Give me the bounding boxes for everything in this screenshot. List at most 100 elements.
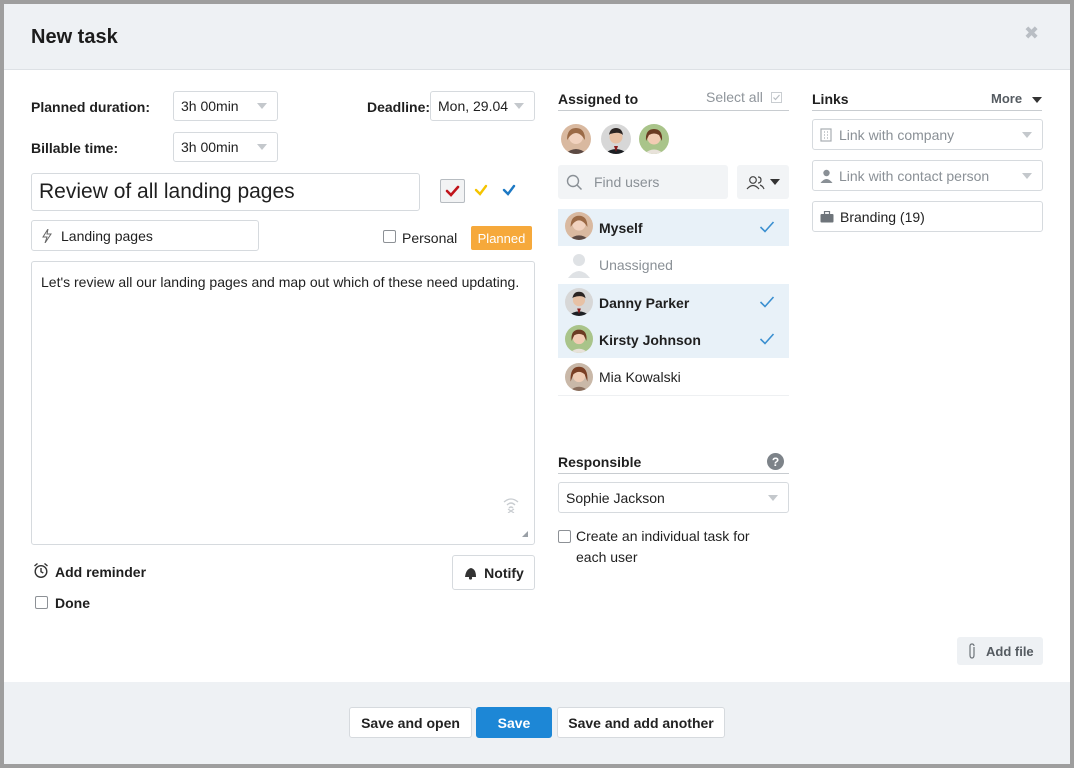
find-users-input[interactable]: Find users (558, 165, 728, 199)
done-label: Done (55, 595, 90, 611)
check-icon (759, 221, 775, 233)
user-name: Myself (599, 219, 643, 236)
check-red-icon (445, 185, 460, 197)
billable-time-label: Billable time: (31, 140, 119, 156)
assigned-to-header: Assigned to (558, 91, 639, 107)
avatar (565, 212, 593, 240)
select-all-link[interactable]: Select all (706, 89, 763, 105)
personal-label: Personal (402, 230, 458, 246)
user-row-mia-kowalski[interactable]: Mia Kowalski (558, 359, 789, 396)
description-value: Let's review all our landing pages and m… (41, 274, 520, 290)
priority-blue-option[interactable] (501, 182, 517, 203)
save-button[interactable]: Save (476, 707, 552, 738)
user-row-myself[interactable]: Myself (558, 209, 789, 246)
help-icon[interactable]: ? (767, 453, 784, 470)
avatar (565, 325, 593, 353)
add-reminder-label[interactable]: Add reminder (55, 564, 146, 580)
priority-red-option[interactable] (440, 179, 465, 203)
link-contact-select[interactable]: Link with contact person (812, 160, 1043, 191)
task-title-input[interactable]: Review of all landing pages (31, 173, 420, 211)
find-users-placeholder: Find users (594, 174, 660, 190)
project-input[interactable]: Landing pages (31, 220, 259, 251)
done-checkbox[interactable] (35, 596, 48, 609)
bell-icon (465, 567, 477, 580)
divider (558, 110, 789, 111)
lightning-icon (42, 228, 52, 243)
add-reminder-button[interactable] (33, 562, 49, 584)
user-name: Kirsty Johnson (599, 331, 701, 348)
billable-time-value: 3h 00min (181, 139, 239, 155)
notify-button[interactable]: Notify (452, 555, 535, 590)
avatar (565, 363, 593, 391)
user-row-unassigned[interactable]: Unassigned (558, 246, 789, 283)
users-group-icon (746, 175, 765, 189)
building-icon (820, 127, 832, 142)
priority-yellow-option[interactable] (473, 182, 489, 203)
deadline-value: Mon, 29.04 (438, 98, 509, 114)
add-file-button[interactable]: Add file (957, 637, 1043, 665)
chevron-down-icon (257, 144, 267, 150)
check-icon (773, 94, 780, 101)
avatar[interactable] (639, 124, 669, 154)
select-all-checkbox[interactable] (771, 92, 782, 103)
individual-task-label: Create an individual task for each user (576, 528, 750, 565)
person-placeholder-icon (568, 254, 590, 278)
deadline-select[interactable]: Mon, 29.04 (430, 91, 535, 121)
divider (558, 473, 789, 474)
avatar-woman-icon (565, 212, 593, 240)
planned-duration-select[interactable]: 3h 00min (173, 91, 278, 121)
description-textarea[interactable]: Let's review all our landing pages and m… (31, 261, 535, 545)
close-icon[interactable]: ✖ (1024, 24, 1039, 42)
resize-handle-icon[interactable] (522, 531, 528, 537)
linked-project-value: Branding (19) (840, 208, 925, 225)
user-row-kirsty-johnson[interactable]: Kirsty Johnson (558, 321, 789, 358)
user-name: Unassigned (599, 256, 673, 273)
link-company-placeholder: Link with company (839, 126, 955, 143)
billable-time-select[interactable]: 3h 00min (173, 132, 278, 162)
avatar[interactable] (561, 124, 591, 154)
notify-label: Notify (484, 564, 524, 581)
responsible-select[interactable]: Sophie Jackson (558, 482, 789, 513)
personal-checkbox[interactable] (383, 230, 396, 243)
linked-project-item[interactable]: Branding (19) (812, 201, 1043, 232)
save-and-open-button[interactable]: Save and open (349, 707, 472, 738)
more-dropdown[interactable]: More (991, 91, 1042, 106)
avatar-man-icon (601, 124, 631, 154)
avatar[interactable] (601, 124, 631, 154)
user-groups-dropdown[interactable] (737, 165, 789, 199)
link-company-select[interactable]: Link with company (812, 119, 1043, 150)
responsible-header: Responsible (558, 454, 642, 470)
chevron-down-icon (1031, 96, 1042, 103)
dialog-header: New task ✖ (4, 4, 1070, 70)
planned-duration-value: 3h 00min (181, 98, 239, 114)
chevron-down-icon (1022, 131, 1032, 138)
user-row-danny-parker[interactable]: Danny Parker (558, 284, 789, 321)
check-icon (759, 333, 775, 345)
avatar-woman-icon (565, 325, 593, 353)
links-header: Links (812, 91, 849, 107)
chevron-down-icon (1022, 172, 1032, 179)
planned-duration-label: Planned duration: (31, 99, 150, 115)
check-icon (759, 296, 775, 308)
dialog-footer: Save and open Save Save and add another (4, 682, 1070, 764)
avatar-woman-icon (565, 363, 593, 391)
save-and-add-another-button[interactable]: Save and add another (557, 707, 725, 738)
individual-task-checkbox[interactable] (558, 530, 571, 543)
avatar (565, 288, 593, 316)
paperclip-icon (969, 642, 975, 659)
divider (812, 110, 1042, 111)
avatar-woman-icon (561, 124, 591, 154)
user-name: Mia Kowalski (599, 369, 681, 385)
deadline-label: Deadline: (367, 99, 431, 115)
user-name: Danny Parker (599, 294, 690, 311)
responsible-value: Sophie Jackson (566, 489, 665, 506)
alarm-clock-icon (34, 562, 48, 579)
chevron-down-icon (770, 179, 780, 185)
link-contact-placeholder: Link with contact person (839, 167, 990, 184)
chevron-down-icon (257, 103, 267, 109)
task-title-value: Review of all landing pages (39, 180, 295, 203)
dialog-title: New task (31, 26, 118, 48)
briefcase-icon (820, 210, 834, 222)
add-file-label: Add file (986, 643, 1034, 659)
status-badge[interactable]: Planned (471, 226, 532, 250)
